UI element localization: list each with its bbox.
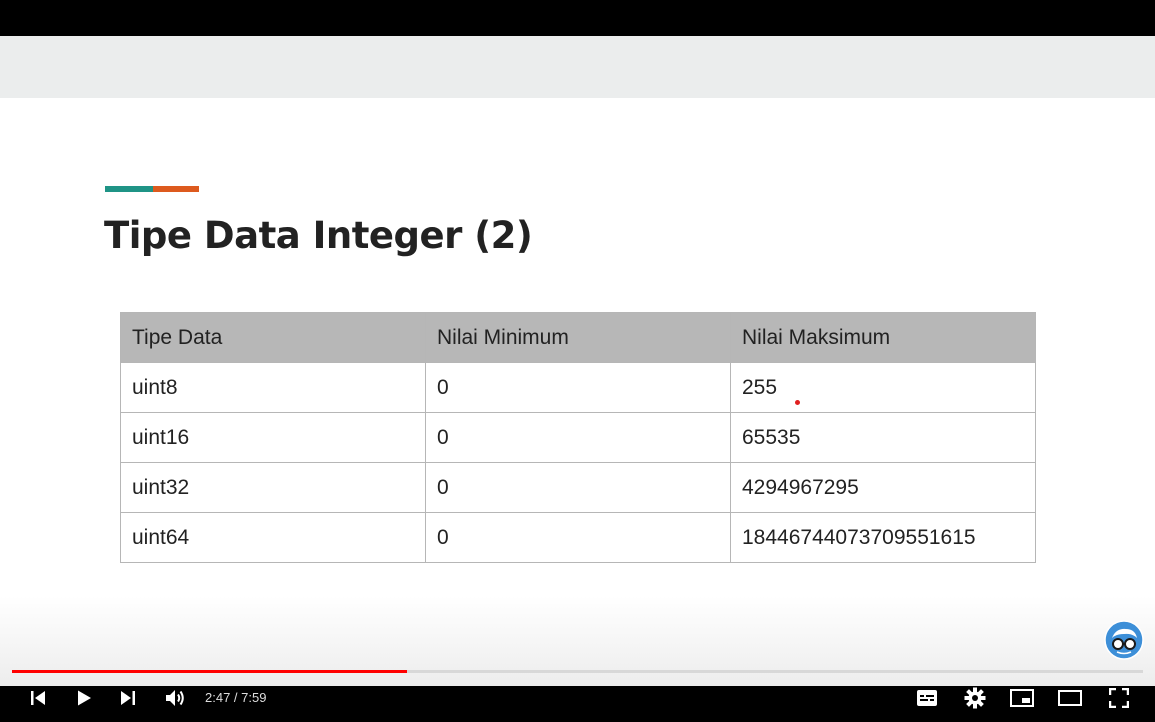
title-accent-orange: [153, 186, 199, 192]
next-button[interactable]: [116, 686, 140, 710]
cell-type: uint32: [120, 462, 426, 513]
cell-type: uint16: [120, 412, 426, 463]
fullscreen-button[interactable]: [1107, 686, 1131, 710]
player-controls: 2:47 / 7:59: [0, 686, 1155, 722]
miniplayer-button[interactable]: [1010, 686, 1034, 710]
table-row: uint8 0 255: [120, 362, 1036, 413]
cell-max: 255: [730, 362, 1036, 413]
cell-max: 65535: [730, 412, 1036, 463]
column-header-type: Tipe Data: [120, 312, 426, 363]
presentation-slide: Tipe Data Integer (2) Tipe Data Nilai Mi…: [0, 36, 1155, 686]
cell-min: 0: [425, 362, 731, 413]
play-button[interactable]: [72, 686, 96, 710]
slide-header-band: [0, 36, 1155, 98]
title-accent-teal: [105, 186, 153, 192]
volume-button[interactable]: [163, 686, 187, 710]
slide-title: Tipe Data Integer (2): [104, 214, 533, 257]
played-bar: [12, 670, 407, 673]
laser-pointer-dot: [795, 400, 800, 405]
cell-type: uint64: [120, 512, 426, 563]
cell-min: 0: [425, 512, 731, 563]
cell-min: 0: [425, 462, 731, 513]
time-display: 2:47 / 7:59: [205, 686, 266, 710]
integer-range-table: Tipe Data Nilai Minimum Nilai Maksimum u…: [120, 312, 1036, 563]
fullscreen-icon: [1109, 688, 1129, 708]
subtitles-button[interactable]: [915, 686, 939, 710]
previous-icon: [29, 689, 47, 707]
subtitles-icon: [916, 689, 938, 707]
settings-icon: [964, 687, 986, 709]
seek-bar[interactable]: [12, 670, 1143, 673]
miniplayer-icon: [1010, 689, 1034, 707]
theater-mode-icon: [1058, 690, 1082, 706]
play-icon: [75, 689, 93, 707]
current-time: 2:47: [205, 690, 231, 705]
next-icon: [119, 689, 137, 707]
cell-type: uint8: [120, 362, 426, 413]
cell-min: 0: [425, 412, 731, 463]
theater-mode-button[interactable]: [1058, 686, 1082, 710]
table-row: uint32 0 4294967295: [120, 462, 1036, 513]
video-player[interactable]: Tipe Data Integer (2) Tipe Data Nilai Mi…: [0, 0, 1155, 722]
total-time: 7:59: [241, 690, 267, 705]
cell-max: 4294967295: [730, 462, 1036, 513]
cell-max: 18446744073709551615: [730, 512, 1036, 563]
previous-button[interactable]: [26, 686, 50, 710]
volume-icon: [164, 688, 186, 708]
table-header-row: Tipe Data Nilai Minimum Nilai Maksimum: [120, 312, 1036, 363]
column-header-min: Nilai Minimum: [425, 312, 731, 363]
table-row: uint16 0 65535: [120, 412, 1036, 463]
column-header-max: Nilai Maksimum: [730, 312, 1036, 363]
channel-watermark-icon[interactable]: [1104, 620, 1144, 660]
time-separator: /: [230, 690, 242, 705]
table-row: uint64 0 18446744073709551615: [120, 512, 1036, 563]
settings-button[interactable]: [963, 686, 987, 710]
